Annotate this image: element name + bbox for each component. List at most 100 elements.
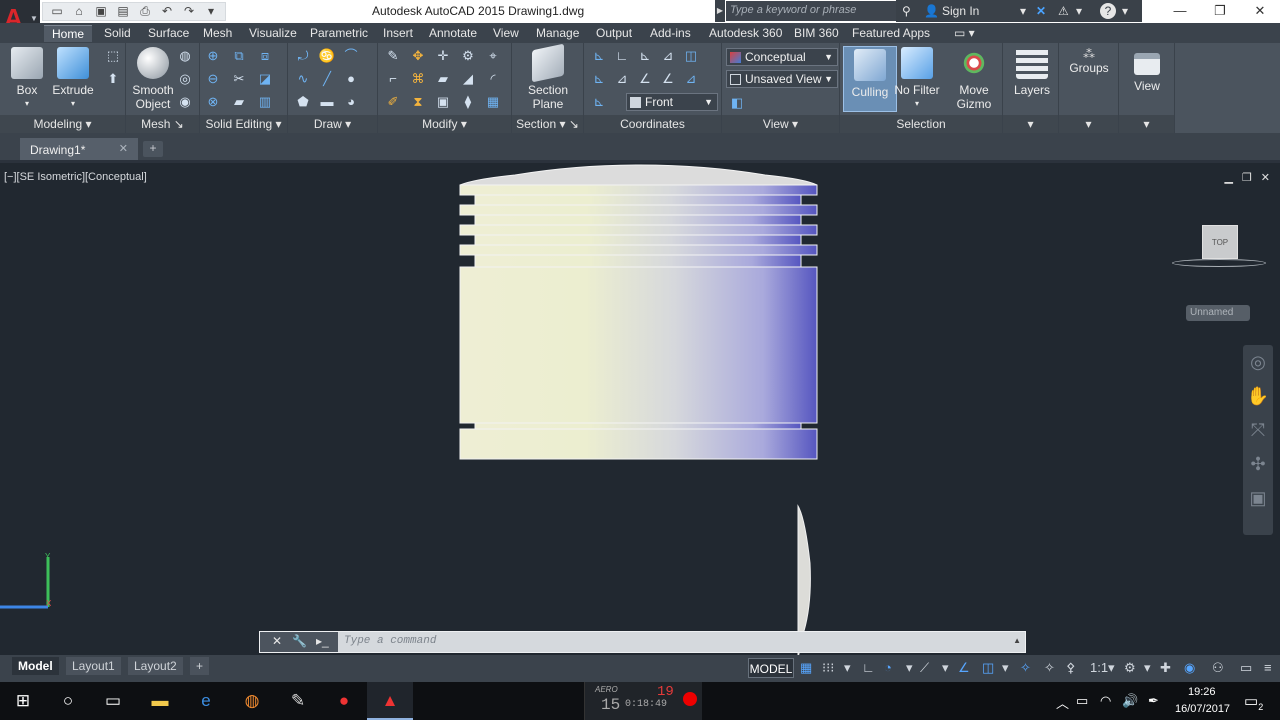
3d-array-icon[interactable]: ⧫ [459, 93, 477, 111]
region-icon[interactable]: ◕ [342, 93, 360, 111]
command-history-icon[interactable]: ▸_ [316, 634, 329, 648]
move-icon[interactable]: ✛ [434, 47, 452, 65]
panel-title-modify[interactable]: Modify ▾ [378, 115, 511, 133]
steering-wheel-icon[interactable]: ◎ [1243, 345, 1273, 379]
tab-model[interactable]: Model [12, 657, 59, 675]
new-tab-button[interactable]: + [143, 141, 163, 157]
ribbon-state-icon[interactable]: ▭ ▾ [954, 25, 975, 42]
ucs-previous-icon[interactable]: ⊾ [636, 47, 654, 65]
view-button[interactable]: View [1120, 47, 1174, 93]
action-center-icon[interactable]: ▭2 [1244, 692, 1263, 712]
scale-dropdown-icon[interactable]: ▾ [1108, 660, 1115, 676]
customization-icon[interactable]: ≡ [1264, 660, 1272, 676]
panel-title-section[interactable]: Section ▾ ↘ [512, 115, 583, 133]
minimize-button[interactable]: — [1160, 0, 1200, 22]
tab-featured-apps[interactable]: Featured Apps [852, 25, 930, 42]
3d-rotate-icon[interactable]: ⚙ [459, 47, 477, 65]
3d-mirror-icon[interactable]: ⧗ [409, 93, 427, 111]
tab-bim-360[interactable]: BIM 360 [794, 25, 839, 42]
viewcube-top-face[interactable]: TOP [1202, 225, 1238, 259]
qat-menu-icon[interactable]: ▾ [201, 3, 221, 20]
tab-solid[interactable]: Solid [104, 25, 131, 42]
edge-icon[interactable]: e [183, 682, 229, 720]
annotation-visibility-icon[interactable]: ✧ [1020, 660, 1031, 676]
arc-icon[interactable]: ⌒ [342, 47, 360, 65]
tab-surface[interactable]: Surface [148, 25, 189, 42]
tab-parametric[interactable]: Parametric [310, 25, 368, 42]
annotation-monitor-icon[interactable]: ✚ [1160, 660, 1171, 676]
search-expand-icon[interactable]: ▶ [715, 0, 725, 22]
isodraft-icon[interactable]: ⟋ [920, 660, 929, 676]
union-icon[interactable]: ⊕ [204, 47, 222, 65]
tab-view[interactable]: View [493, 25, 519, 42]
tab-drawing1[interactable]: Drawing1* ✕ [20, 138, 138, 160]
extrude-button[interactable]: Extrude ▾ [46, 47, 100, 111]
show-hidden-icons-icon[interactable]: ︿ [1056, 693, 1069, 712]
showmotion-icon[interactable]: ▣ [1243, 481, 1273, 515]
mesh-refine-icon[interactable]: ◉ [176, 93, 194, 111]
clean-screen-icon[interactable]: ▭ [1240, 660, 1252, 676]
panel-title-solid-editing[interactable]: Solid Editing ▾ [200, 115, 287, 133]
pencil-icon[interactable]: ✐ [384, 93, 402, 111]
3d-scale-icon[interactable]: ⌘ [409, 70, 427, 88]
command-expand-icon[interactable]: ▲ [1013, 636, 1021, 645]
tab-layout2[interactable]: Layout2 [128, 657, 183, 675]
no-filter-button[interactable]: No Filter ▾ [890, 47, 944, 111]
tab-layout1[interactable]: Layout1 [66, 657, 121, 675]
3d-polyline-icon[interactable]: ∿ [294, 70, 312, 88]
object-snap-dropdown-icon[interactable]: ▾ [1002, 660, 1009, 676]
recorder-app-icon[interactable]: ● [321, 682, 367, 720]
viewport-controls-label[interactable]: [−][SE Isometric][Conceptual] [4, 171, 147, 183]
tab-manage[interactable]: Manage [536, 25, 579, 42]
tab-mesh[interactable]: Mesh [203, 25, 232, 42]
snap-dropdown-icon[interactable]: ▾ [844, 660, 851, 676]
polar-dropdown-icon[interactable]: ▾ [906, 660, 913, 676]
circle-icon[interactable]: ● [342, 70, 360, 88]
piston-model[interactable] [455, 163, 825, 658]
pan-icon[interactable]: ✋ [1243, 379, 1273, 413]
polysolid-icon[interactable]: ⬚ [104, 47, 122, 65]
open-icon[interactable]: ⌂ [69, 3, 89, 20]
command-input[interactable]: Type a command [344, 635, 436, 647]
panel-title-draw[interactable]: Draw ▾ [288, 115, 377, 133]
ucs-object-icon[interactable]: ⊾ [590, 70, 608, 88]
separate-icon[interactable]: ⧈ [256, 47, 274, 65]
view-expand[interactable]: ▾ [1119, 115, 1174, 133]
polygon-icon[interactable]: ⬟ [294, 93, 312, 111]
help-icon[interactable]: ? [1100, 3, 1116, 19]
search-input[interactable]: Type a keyword or phrase [726, 1, 896, 21]
fillet-icon[interactable]: ⌐ [384, 70, 402, 88]
orbit-icon[interactable]: ✣ [1243, 447, 1273, 481]
presspull-icon[interactable]: ⬆ [104, 70, 122, 88]
isolate-objects-icon[interactable]: ◉ [1184, 660, 1195, 676]
pen-icon[interactable]: ✒ [1148, 693, 1159, 709]
polyline-icon[interactable]: ⤾ [294, 47, 312, 65]
zoom-extents-icon[interactable]: ⤧ [1243, 413, 1273, 447]
tab-output[interactable]: Output [596, 25, 632, 42]
record-icon[interactable] [683, 692, 697, 706]
tab-visualize[interactable]: Visualize [249, 25, 297, 42]
close-icon[interactable]: ✕ [272, 634, 282, 648]
offset-icon[interactable]: ▰ [434, 70, 452, 88]
3d-fillet-icon[interactable]: ◜ [484, 70, 502, 88]
ucs-named-icon[interactable]: ⊾ [590, 93, 608, 111]
ucs-view-icon[interactable]: ⊿ [613, 70, 631, 88]
grid-icon[interactable]: ▦ [800, 660, 812, 676]
panel-title-mesh[interactable]: Mesh ↘ [126, 115, 199, 133]
customize-icon[interactable]: 🔧 [292, 634, 307, 648]
snap-icon[interactable]: ⁝⁝⁝ [822, 660, 834, 676]
smooth-object-button[interactable]: Smooth Object [126, 47, 180, 111]
layers-button[interactable]: Layers [1005, 47, 1059, 97]
polar-icon[interactable]: ◔ [884, 660, 892, 676]
groups-expand[interactable]: ▾ [1059, 115, 1118, 133]
layers-expand[interactable]: ▾ [1003, 115, 1058, 133]
save-icon[interactable]: ▣ [91, 3, 111, 20]
auto-scale-icon[interactable]: ✧ [1044, 660, 1055, 676]
shell-icon[interactable]: ▥ [256, 93, 274, 111]
model-space-button[interactable]: MODEL [748, 658, 794, 678]
align-icon[interactable]: ◢ [459, 70, 477, 88]
sign-in-dropdown-icon[interactable]: ▾ [1020, 4, 1026, 18]
viewport-config-icon[interactable]: ◧ [728, 94, 746, 112]
3d-move-icon[interactable]: ✥ [409, 47, 427, 65]
firefox-icon[interactable]: ◍ [229, 682, 275, 720]
